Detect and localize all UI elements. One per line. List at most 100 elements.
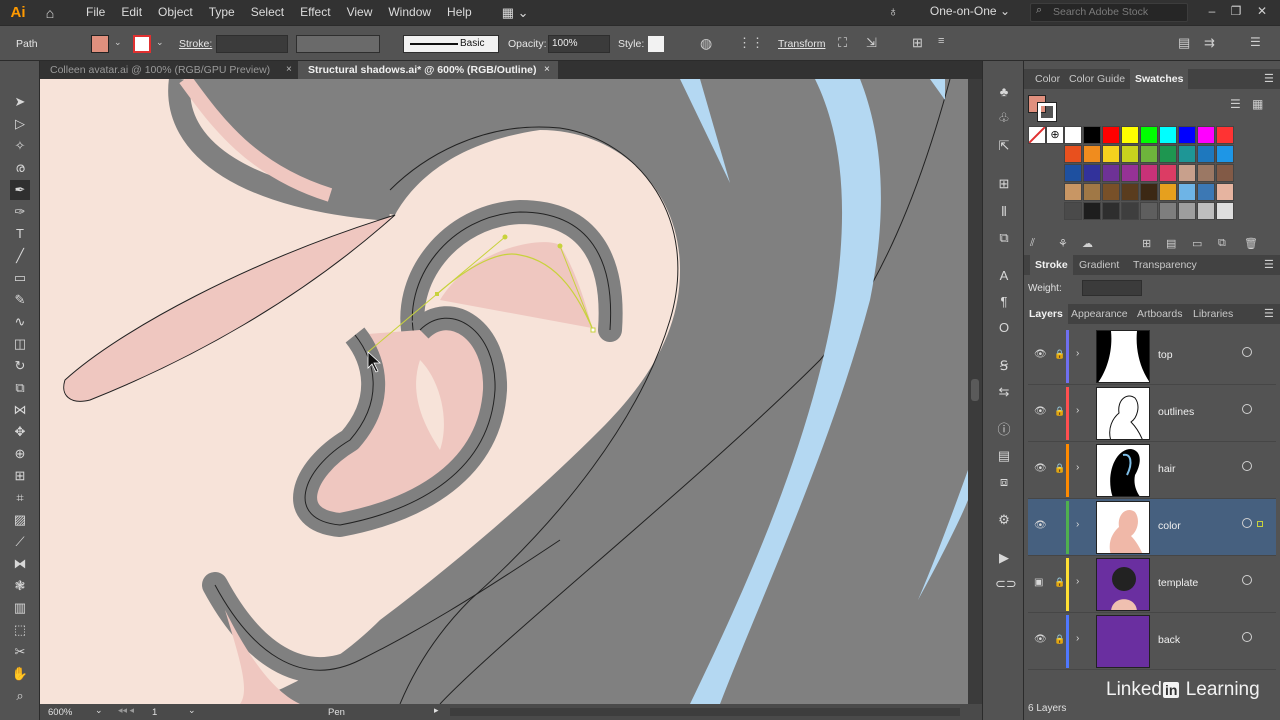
chevron-down-icon[interactable]: ⌄ bbox=[114, 37, 122, 48]
color-swatch[interactable] bbox=[1178, 145, 1196, 163]
shaper-tool-icon[interactable]: ∿ bbox=[10, 312, 30, 332]
color-group-icon[interactable]: ⊞ bbox=[1142, 237, 1151, 250]
links-icon[interactable]: ⧈ bbox=[995, 473, 1013, 491]
paintbrush-icon[interactable]: ✎ bbox=[10, 290, 30, 310]
arrange-documents-icon[interactable]: ▦ ⌄ bbox=[502, 5, 529, 21]
layer-row-color[interactable]: 👁 › color bbox=[1028, 499, 1276, 556]
menu-help[interactable]: Help bbox=[439, 0, 480, 25]
restore-icon[interactable]: ❐ bbox=[1228, 3, 1244, 19]
link-chain-icon[interactable]: ⊂⊃ bbox=[995, 575, 1017, 593]
info-icon[interactable]: ⓘ bbox=[995, 421, 1013, 439]
tabs-icon[interactable]: ⇆ bbox=[995, 383, 1013, 401]
color-swatch[interactable] bbox=[1064, 145, 1082, 163]
color-swatch[interactable] bbox=[1140, 202, 1158, 220]
chevron-down-icon[interactable]: ⌄ bbox=[188, 705, 196, 716]
hand-tool-icon[interactable]: ✋ bbox=[10, 664, 30, 684]
color-swatch[interactable] bbox=[1216, 183, 1234, 201]
character-icon[interactable]: A bbox=[995, 267, 1013, 285]
color-swatch[interactable] bbox=[1083, 126, 1101, 144]
expand-arrow-icon[interactable]: › bbox=[1076, 348, 1079, 359]
tab-libraries[interactable]: Libraries bbox=[1188, 304, 1238, 324]
menu-view[interactable]: View bbox=[339, 0, 381, 25]
lock-icon[interactable]: 🔒 bbox=[1054, 634, 1065, 645]
lock-icon[interactable]: 🔒 bbox=[1054, 349, 1065, 360]
isolate-icon[interactable]: ⛶ bbox=[838, 35, 847, 51]
horizontal-scrollbar[interactable] bbox=[450, 708, 960, 716]
color-swatch[interactable] bbox=[1159, 202, 1177, 220]
curvature-tool-icon[interactable]: ✑ bbox=[10, 202, 30, 222]
flip-icon[interactable]: ⇲ bbox=[866, 35, 877, 51]
swatch-kind-icon[interactable]: ☁ bbox=[1082, 237, 1093, 250]
color-swatch[interactable] bbox=[1159, 145, 1177, 163]
target-circle-icon[interactable] bbox=[1242, 575, 1252, 585]
tab-gradient[interactable]: Gradient bbox=[1074, 255, 1124, 275]
minimize-icon[interactable]: – bbox=[1204, 3, 1220, 19]
color-swatch[interactable] bbox=[1140, 126, 1158, 144]
arrange-icon[interactable]: ⇉ bbox=[1204, 35, 1215, 51]
layer-name[interactable]: template bbox=[1158, 577, 1198, 589]
actions-play-icon[interactable]: ▶ bbox=[995, 549, 1013, 567]
color-swatch[interactable] bbox=[1102, 183, 1120, 201]
transform-panel-icon[interactable]: ⊞ bbox=[995, 175, 1013, 193]
stroke-swatch[interactable] bbox=[133, 35, 151, 53]
color-swatch[interactable] bbox=[1159, 126, 1177, 144]
color-swatch[interactable] bbox=[1083, 145, 1101, 163]
eraser-icon[interactable]: ◫ bbox=[10, 334, 30, 354]
layer-row-hair[interactable]: 👁 🔒 › hair bbox=[1028, 442, 1276, 499]
layer-row-back[interactable]: 👁 🔒 › back bbox=[1028, 613, 1276, 670]
puppet-icon[interactable]: ⊞ bbox=[912, 35, 923, 51]
tab-artboards[interactable]: Artboards bbox=[1132, 304, 1188, 324]
color-swatch[interactable] bbox=[1216, 202, 1234, 220]
search-stock-input[interactable]: Search Adobe Stock bbox=[1030, 3, 1188, 22]
artboard-canvas[interactable] bbox=[40, 79, 968, 704]
target-circle-icon[interactable] bbox=[1242, 518, 1252, 528]
target-circle-icon[interactable] bbox=[1242, 347, 1252, 357]
delete-swatch-icon[interactable]: 🗑 bbox=[1244, 237, 1258, 250]
menu-object[interactable]: Object bbox=[150, 0, 201, 25]
color-swatch[interactable] bbox=[1197, 202, 1215, 220]
tab-color[interactable]: Color bbox=[1030, 69, 1065, 89]
tab-stroke[interactable]: Stroke bbox=[1030, 255, 1073, 275]
home-icon[interactable]: ⌂ bbox=[36, 5, 64, 21]
layer-name[interactable]: back bbox=[1158, 634, 1180, 646]
color-swatch[interactable] bbox=[1140, 183, 1158, 201]
color-swatch[interactable] bbox=[1216, 164, 1234, 182]
align-panel-icon[interactable]: ⫴ bbox=[995, 203, 1013, 221]
panel-menu-icon[interactable]: ☰ bbox=[1264, 307, 1274, 320]
stroke-label[interactable]: Stroke: bbox=[179, 38, 212, 50]
color-swatch[interactable] bbox=[1178, 202, 1196, 220]
color-swatch[interactable] bbox=[1102, 164, 1120, 182]
rectangle-tool-icon[interactable]: ▭ bbox=[10, 268, 30, 288]
variable-width-profile[interactable] bbox=[296, 35, 380, 53]
close-icon[interactable]: × bbox=[286, 61, 292, 79]
tab-color-guide[interactable]: Color Guide bbox=[1064, 69, 1130, 89]
document-info-icon[interactable]: ▤ bbox=[995, 447, 1013, 465]
tab-swatches[interactable]: Swatches bbox=[1130, 69, 1189, 89]
transform-button[interactable]: Transform bbox=[778, 38, 825, 50]
weight-input[interactable] bbox=[1082, 280, 1142, 296]
color-swatch[interactable] bbox=[1178, 183, 1196, 201]
menu-edit[interactable]: Edit bbox=[113, 0, 150, 25]
list-view-icon[interactable]: ☰ bbox=[1230, 97, 1241, 111]
menu-window[interactable]: Window bbox=[380, 0, 439, 25]
slice-tool-icon[interactable]: ✂ bbox=[10, 642, 30, 662]
color-swatch[interactable] bbox=[1083, 164, 1101, 182]
color-swatch[interactable] bbox=[1178, 126, 1196, 144]
expand-arrow-icon[interactable]: › bbox=[1076, 633, 1079, 644]
color-swatch[interactable] bbox=[1102, 126, 1120, 144]
chevron-down-icon[interactable]: ⌄ bbox=[156, 37, 164, 48]
stroke-weight-input[interactable] bbox=[216, 35, 288, 53]
opentype-icon[interactable]: O bbox=[995, 319, 1013, 337]
tab-colleen-avatar[interactable]: Colleen avatar.ai @ 100% (RGB/GPU Previe… bbox=[40, 61, 298, 79]
expand-arrow-icon[interactable]: › bbox=[1076, 519, 1079, 530]
control-menu-icon[interactable]: ☰ bbox=[1250, 35, 1261, 49]
color-swatch[interactable] bbox=[1178, 164, 1196, 182]
lightbulb-icon[interactable]: ♁ bbox=[888, 3, 899, 19]
registration-swatch[interactable]: ⊕ bbox=[1046, 126, 1064, 144]
pen-tool-icon[interactable]: ✒ bbox=[10, 180, 30, 200]
lasso-icon[interactable]: ര bbox=[10, 158, 30, 178]
new-swatch-icon[interactable]: ⧉ bbox=[1218, 237, 1226, 250]
color-swatch[interactable] bbox=[1064, 126, 1082, 144]
color-swatch[interactable] bbox=[1159, 183, 1177, 201]
swatch-library-icon[interactable]: ⫽ bbox=[1030, 237, 1035, 250]
